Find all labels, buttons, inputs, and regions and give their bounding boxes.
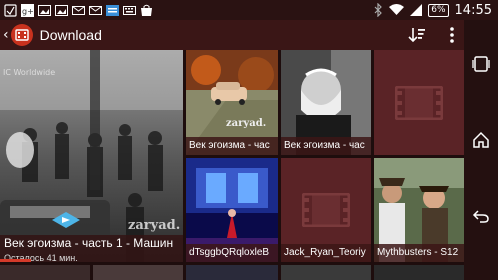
status-bar: g+ 6% 14:55 (0, 0, 498, 20)
tile-title: Век эгоизма - часть 1 - Машин (4, 236, 174, 250)
page-title[interactable]: Download (40, 27, 102, 43)
battery-indicator: 6% (428, 3, 449, 17)
media-tile-6[interactable]: Mythbusters - S12 (374, 158, 464, 262)
svg-text:g+: g+ (22, 7, 34, 16)
recent-apps-icon (472, 56, 490, 72)
mail-icon (72, 5, 85, 15)
bag-icon (141, 4, 152, 16)
sort-icon[interactable] (408, 26, 426, 44)
watermark: zaryad. (226, 118, 267, 129)
channel-logo: IC Worldwide (3, 68, 56, 77)
back-chevron-icon[interactable]: ‹ (3, 27, 9, 43)
tile-title: dTsggbQRqloxleB (186, 244, 278, 262)
home-button[interactable] (469, 128, 493, 152)
home-icon (473, 131, 489, 148)
tile-title: Век эгоизма - час (186, 137, 278, 155)
media-tile-main[interactable]: IC Worldwide zaryad. Век эгоизма - часть… (0, 50, 183, 262)
media-grid: IC Worldwide zaryad. Век эгоизма - часть… (0, 50, 464, 280)
media-tile-partial-4[interactable] (281, 265, 371, 280)
media-tile-3[interactable] (374, 50, 464, 155)
bluetooth-icon (374, 3, 383, 17)
status-right-cluster: 6% 14:55 (373, 0, 492, 20)
video-placeholder-icon (302, 193, 350, 227)
news-icon (106, 4, 119, 16)
video-placeholder-icon (395, 85, 443, 120)
notification-icon (4, 3, 17, 17)
media-tile-partial-3[interactable] (186, 265, 278, 280)
signal-icon (410, 4, 423, 16)
google-plus-icon: g+ (21, 3, 34, 17)
battery-percent: 6% (428, 3, 449, 17)
media-tile-4[interactable]: dTsggbQRqloxleB (186, 158, 278, 262)
recent-apps-button[interactable] (469, 52, 493, 76)
gallery-icon-2 (55, 4, 68, 16)
media-tile-partial-2[interactable] (93, 265, 183, 280)
media-tile-1[interactable]: zaryad. Век эгоизма - час (186, 50, 278, 155)
keyboard-icon (123, 5, 136, 15)
play-badge-icon (52, 212, 80, 228)
back-icon (472, 210, 489, 223)
mail-icon-2 (89, 5, 102, 15)
navigation-bar (464, 20, 498, 280)
media-tile-2[interactable]: Век эгоизма - час (281, 50, 371, 155)
action-bar: ‹ Download (0, 20, 464, 50)
gallery-icon (38, 4, 51, 16)
overflow-menu-icon[interactable] (450, 27, 454, 43)
tile-title (374, 137, 464, 155)
media-tile-partial-5[interactable] (374, 265, 464, 280)
tile-title: Jack_Ryan_Teoriy (281, 244, 371, 262)
tile-caption: Век эгоизма - часть 1 - Машин Осталось 4… (0, 235, 183, 262)
wifi-icon (389, 4, 405, 15)
media-tile-5[interactable]: Jack_Ryan_Teoriy (281, 158, 371, 262)
media-tile-partial-1[interactable] (0, 265, 90, 280)
back-button[interactable] (469, 204, 493, 228)
app-logo-icon[interactable] (10, 24, 33, 46)
watermark: zaryad. (128, 218, 181, 233)
watch-progress-bar (0, 259, 32, 262)
tile-title: Век эгоизма - час (281, 137, 371, 155)
tile-title: Mythbusters - S12 (374, 244, 464, 262)
clock: 14:55 (454, 2, 492, 18)
